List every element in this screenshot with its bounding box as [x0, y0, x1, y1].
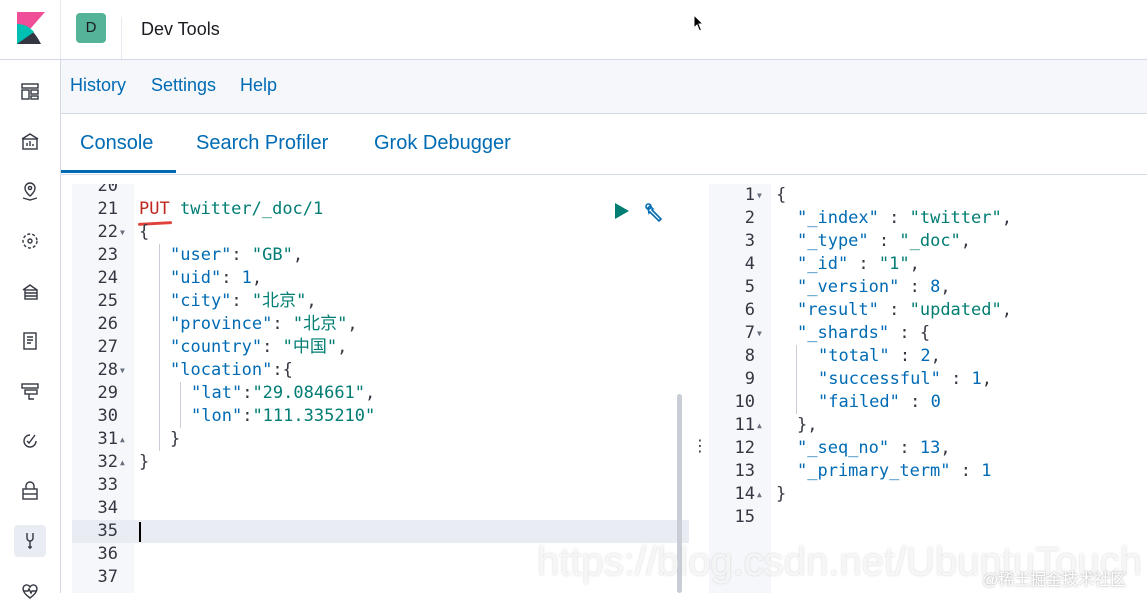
- console-menu: History Settings Help: [61, 60, 1147, 114]
- line-number: 10: [734, 392, 755, 412]
- maps-icon[interactable]: [14, 175, 46, 207]
- logs-icon[interactable]: [14, 325, 46, 357]
- dev-tools-icon[interactable]: [14, 525, 46, 557]
- response-editor[interactable]: 1 ▼ 2 3 4 5 6 7 ▼ 8 9 10 11 ▲ 12 13 14 ▲ 15 { "_index" : "…: [709, 184, 1147, 593]
- infrastructure-icon[interactable]: [14, 275, 46, 307]
- line-number: 30: [97, 406, 118, 426]
- history-link[interactable]: History: [70, 75, 126, 96]
- settings-link[interactable]: Settings: [151, 75, 216, 96]
- apm-icon[interactable]: [14, 375, 46, 407]
- line-number: 3: [744, 231, 755, 251]
- line-number: 12: [734, 438, 755, 458]
- http-method: PUT: [139, 199, 170, 219]
- tab-selected-indicator: [61, 170, 176, 173]
- line-number: 35: [97, 521, 118, 541]
- line-number: 20: [97, 184, 118, 196]
- fold-close-icon[interactable]: ▲: [120, 451, 125, 474]
- page-title: Dev Tools: [141, 19, 220, 39]
- line-number: 25: [97, 291, 118, 311]
- line-number: 11: [734, 415, 755, 435]
- line-number: 34: [97, 498, 118, 518]
- watermark: @稀土掘金技术社区: [982, 572, 1127, 589]
- line-number: 31: [97, 429, 118, 449]
- fold-open-icon[interactable]: ▼: [120, 359, 125, 382]
- visualize-icon[interactable]: [14, 125, 46, 157]
- request-editor[interactable]: 20 21 22 ▼ 23 24 25 26 27 28 ▼ 29 30 31 ▲ 32 ▲ 33 34 35 36 37…: [72, 184, 689, 593]
- line-number: 8: [744, 346, 755, 366]
- fold-close-icon[interactable]: ▲: [120, 428, 125, 451]
- line-number: 2: [744, 208, 755, 228]
- line-number: 21: [97, 199, 118, 219]
- header-divider: [121, 17, 122, 59]
- fold-open-icon[interactable]: ▼: [120, 221, 125, 244]
- indent-guide: [180, 382, 181, 428]
- line-number: 24: [97, 268, 118, 288]
- line-number: 4: [744, 254, 755, 274]
- line-number: 36: [97, 544, 118, 564]
- line-number: 26: [97, 314, 118, 334]
- header-divider: [60, 0, 61, 59]
- fold-close-icon[interactable]: ▲: [757, 414, 762, 437]
- line-number: 9: [744, 369, 755, 389]
- line-number: 6: [744, 300, 755, 320]
- line-number: 33: [97, 475, 118, 495]
- line-number: 5: [744, 277, 755, 297]
- wrench-icon[interactable]: [644, 202, 666, 224]
- line-number: 27: [97, 337, 118, 357]
- line-number: 13: [734, 461, 755, 481]
- line-number: 14: [734, 484, 755, 504]
- side-nav: [0, 60, 61, 599]
- line-number: 22: [97, 222, 118, 242]
- line-number: 15: [734, 507, 755, 527]
- fold-open-icon[interactable]: ▼: [757, 184, 762, 207]
- tab-bar: Console Search Profiler Grok Debugger: [61, 114, 1147, 175]
- text-caret: [139, 522, 141, 542]
- siem-icon[interactable]: [14, 475, 46, 507]
- indent-guide: [159, 244, 160, 451]
- indent-guide: [796, 345, 797, 414]
- line-number: 1: [744, 185, 755, 205]
- tab-search-profiler[interactable]: Search Profiler: [196, 132, 328, 155]
- help-link[interactable]: Help: [240, 75, 277, 96]
- tab-console[interactable]: Console: [80, 132, 153, 155]
- request-path: twitter/_doc/1: [179, 199, 324, 219]
- line-number: 7: [744, 323, 755, 343]
- space-avatar[interactable]: D: [76, 13, 106, 43]
- play-icon[interactable]: [612, 201, 632, 221]
- uptime-icon[interactable]: [14, 425, 46, 457]
- tab-grok-debugger[interactable]: Grok Debugger: [374, 132, 511, 155]
- app-header: D Dev Tools: [0, 0, 1147, 60]
- kibana-logo[interactable]: [17, 12, 45, 44]
- mouse-cursor-icon: [693, 14, 705, 32]
- pane-resize-handle[interactable]: ⋮: [692, 437, 708, 457]
- line-number: 32: [97, 452, 118, 472]
- fold-open-icon[interactable]: ▼: [757, 322, 762, 345]
- ml-icon[interactable]: [14, 225, 46, 257]
- line-number: 23: [97, 245, 118, 265]
- line-number: 28: [97, 360, 118, 380]
- line-number: 37: [97, 567, 118, 587]
- fold-close-icon[interactable]: ▲: [757, 483, 762, 506]
- dashboard-icon[interactable]: [14, 75, 46, 107]
- monitoring-icon[interactable]: [14, 575, 46, 607]
- line-number: 29: [97, 383, 118, 403]
